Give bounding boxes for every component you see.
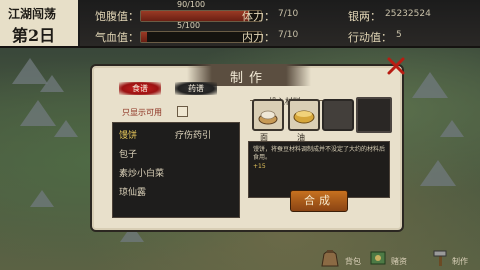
- craft-button[interactable]: 合成: [290, 190, 348, 212]
- recipe-list: 馒饼 疗伤药引 包子 素炒小白菜 琼仙露: [112, 122, 240, 218]
- bag-icon[interactable]: [318, 246, 342, 268]
- mountain-icon: [440, 120, 464, 137]
- flour-icon: [258, 110, 278, 125]
- craft-button-label: 合成: [304, 194, 334, 207]
- mountain-icon: [412, 72, 448, 98]
- blood-value: 5/100: [177, 21, 201, 30]
- blood-bar-fill: [141, 32, 147, 42]
- money-label: 银两：: [348, 10, 381, 23]
- oil-bowl-icon: [293, 110, 315, 124]
- inner-value: 7/10: [278, 30, 299, 40]
- day-name: 江湖闯荡: [8, 7, 57, 21]
- hammer-icon[interactable]: [430, 248, 450, 268]
- money-value: 25232524: [385, 9, 431, 19]
- close-icon[interactable]: [386, 56, 406, 76]
- only-show-available-checkbox[interactable]: [177, 106, 188, 117]
- mountain-icon: [30, 190, 54, 207]
- mountain-icon: [54, 120, 78, 137]
- blood-label: 气血值：: [95, 31, 139, 44]
- recipe-item[interactable]: 包子: [119, 147, 137, 160]
- mountain-icon: [420, 160, 456, 186]
- tab-recipes[interactable]: 食谱: [119, 82, 161, 95]
- strength-value: 7/10: [278, 9, 299, 19]
- recipe-item[interactable]: 馒饼: [119, 128, 137, 141]
- bottom-nav: [0, 246, 480, 270]
- only-show-available-label: 只显示可用: [122, 108, 162, 117]
- inner-label: 内力：: [242, 31, 275, 44]
- recipe-item[interactable]: 琼仙露: [119, 185, 146, 198]
- strength-label: 体力：: [242, 10, 275, 23]
- action-label: 行动值：: [348, 31, 392, 44]
- hunger-value: 90/100: [177, 0, 206, 9]
- mountain-icon: [20, 100, 56, 126]
- recipe-effect: +15: [253, 163, 266, 170]
- status-bar: 江湖闯荡 第2日 饱腹值： 90/100 气血值： 5/100 体力： 7/10…: [0, 0, 480, 48]
- mountain-icon: [40, 75, 64, 92]
- nav-make[interactable]: 制作: [452, 256, 468, 267]
- hunger-label: 饱腹值：: [95, 10, 139, 23]
- action-value: 5: [396, 30, 402, 40]
- material-slot-empty[interactable]: [322, 99, 354, 131]
- material-slot-flour[interactable]: [252, 99, 284, 131]
- material-slot-oil[interactable]: [288, 99, 320, 131]
- day-box: 江湖闯荡 第2日: [0, 0, 80, 46]
- result-slot: [356, 97, 392, 133]
- recipe-item[interactable]: 素炒小白菜: [119, 166, 164, 179]
- day-number: 第2日: [12, 26, 56, 45]
- recipe-description: 馒饼，将蚕豆材料调制成并不没定了大约的材料后食用。: [253, 146, 386, 161]
- nav-bag[interactable]: 背包: [345, 256, 361, 267]
- hunger-bar-fill: [141, 11, 249, 21]
- crafting-panel: 制作 食谱 药谱 只显示可用 馒饼 疗伤药引 包子 素炒小白菜 琼仙露 投入材料…: [90, 57, 405, 232]
- tab-medicine[interactable]: 药谱: [175, 82, 217, 95]
- money-icon[interactable]: [368, 248, 388, 268]
- nav-trade[interactable]: 赌资: [391, 256, 407, 267]
- recipe-item[interactable]: 疗伤药引: [175, 128, 211, 141]
